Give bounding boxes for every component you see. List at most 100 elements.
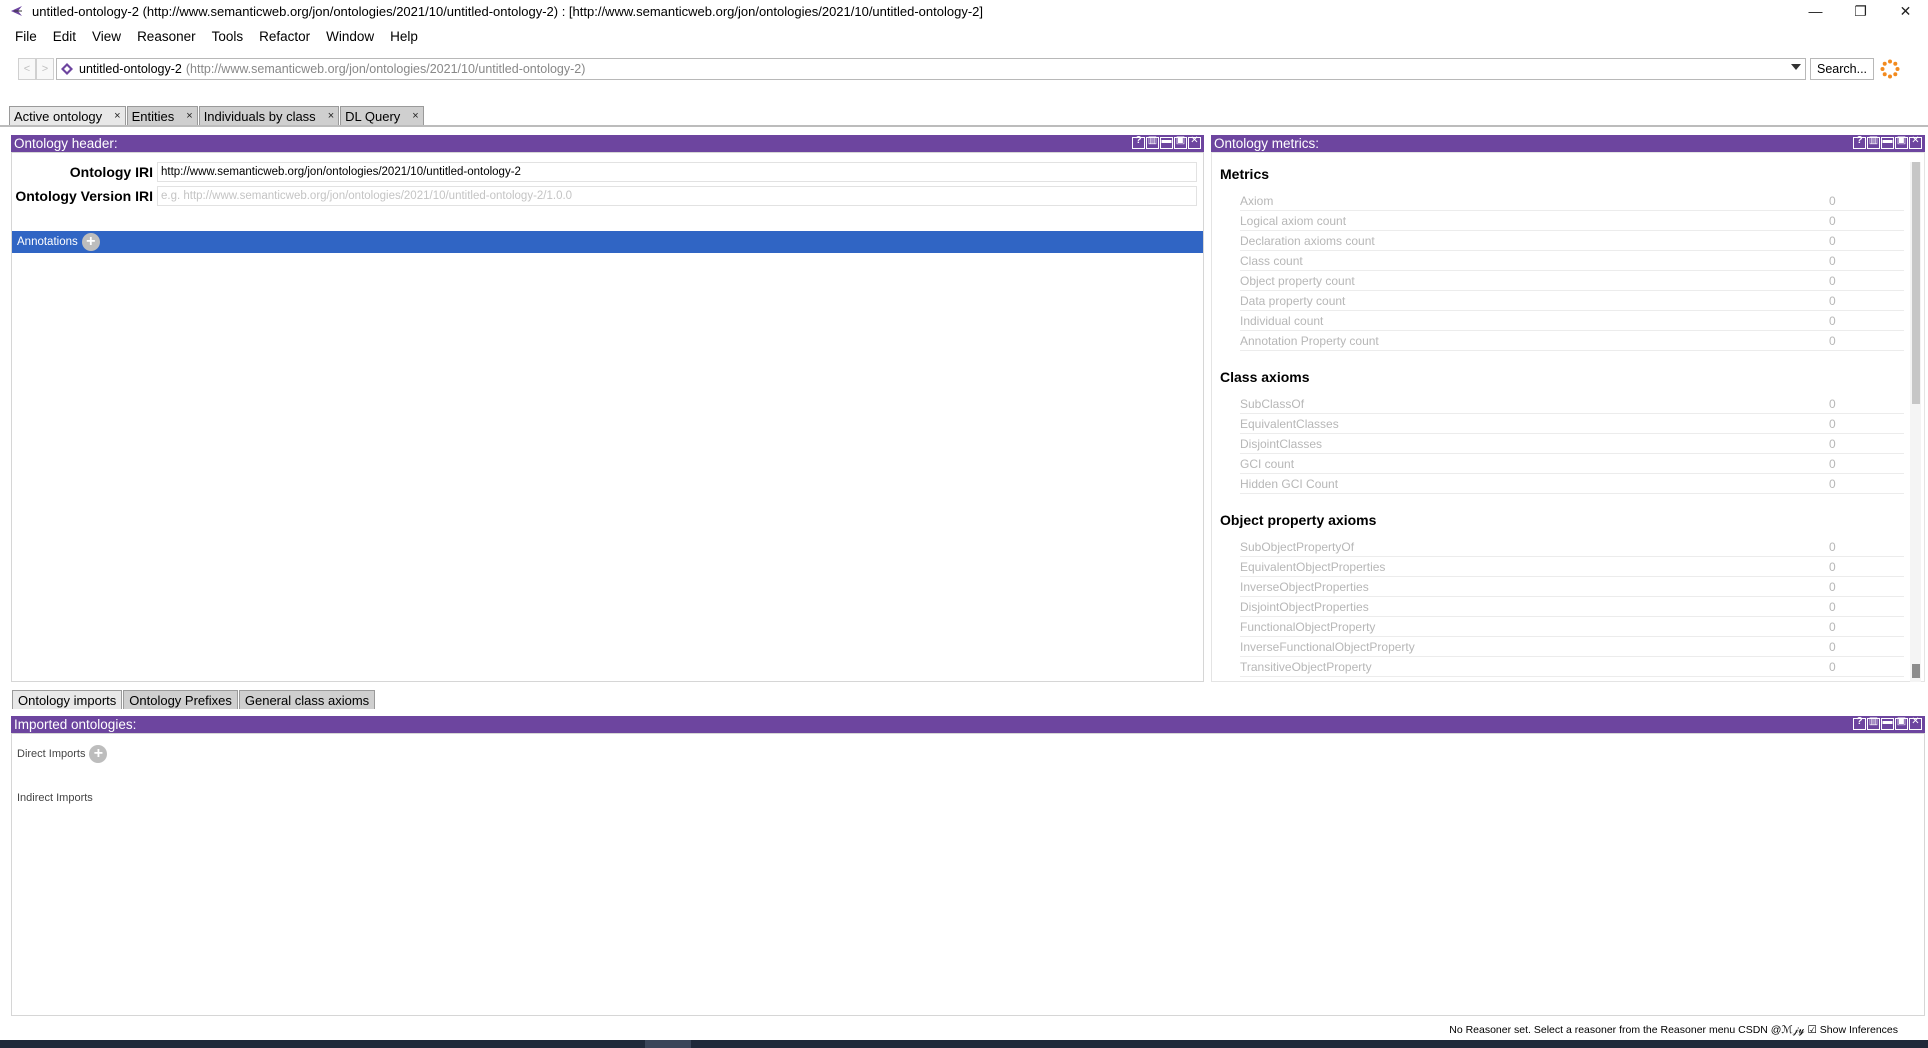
tab-label: Active ontology bbox=[14, 108, 103, 124]
close-icon[interactable]: × bbox=[412, 110, 418, 122]
restore-button[interactable]: ❐ bbox=[1838, 0, 1883, 22]
help-icon[interactable]: ? bbox=[1853, 716, 1866, 730]
tab-label: Entities bbox=[131, 108, 175, 124]
split-icon[interactable]: ▥ bbox=[1146, 135, 1159, 149]
os-taskbar bbox=[0, 1040, 1928, 1048]
maximize-icon[interactable]: ▣ bbox=[1895, 135, 1908, 149]
metric-row: Class count 0 bbox=[1240, 251, 1904, 271]
close-window-button[interactable]: ✕ bbox=[1883, 0, 1928, 22]
title-bar: untitled-ontology-2 (http://www.semantic… bbox=[0, 0, 1928, 22]
scrollbar-thumb[interactable] bbox=[1912, 162, 1920, 404]
metric-row: SubObjectPropertyOf 0 bbox=[1240, 537, 1904, 557]
metric-row: DisjointClasses 0 bbox=[1240, 434, 1904, 454]
tab-divider bbox=[0, 125, 1928, 127]
scrollbar-end-marker[interactable] bbox=[1912, 664, 1920, 678]
reasoner-status-text: No Reasoner set. Select a reasoner from … bbox=[1449, 1024, 1898, 1036]
help-icon[interactable]: ? bbox=[1853, 135, 1866, 149]
menu-window[interactable]: Window bbox=[318, 26, 382, 48]
metric-row: Object property count 0 bbox=[1240, 271, 1904, 291]
minimize-button[interactable]: — bbox=[1793, 0, 1838, 22]
metric-row: Individual count 0 bbox=[1240, 311, 1904, 331]
ontology-icon bbox=[61, 63, 73, 75]
protege-window: untitled-ontology-2 (http://www.semantic… bbox=[0, 0, 1928, 1048]
view-title: Ontology header: bbox=[14, 136, 118, 151]
metric-row: EquivalentClasses 0 bbox=[1240, 414, 1904, 434]
tab-ontology-prefixes[interactable]: Ontology Prefixes bbox=[123, 690, 238, 709]
close-icon[interactable]: × bbox=[186, 110, 192, 122]
taskbar-active-item[interactable] bbox=[645, 1040, 691, 1048]
tab-general-class-axioms[interactable]: General class axioms bbox=[238, 690, 376, 709]
annotations-label: Annotations bbox=[17, 236, 78, 248]
ontology-iri-row: Ontology IRI http://www.semanticweb.org/… bbox=[4, 162, 1197, 182]
ontology-iri-display: (http://www.semanticweb.org/jon/ontologi… bbox=[185, 62, 586, 76]
help-icon[interactable]: ? bbox=[1132, 135, 1145, 149]
maximize-icon[interactable]: ▣ bbox=[1895, 716, 1908, 730]
close-icon[interactable]: ✕ bbox=[1188, 135, 1201, 149]
tab-label: DL Query bbox=[345, 108, 401, 124]
ontology-iri-field[interactable]: http://www.semanticweb.org/jon/ontologie… bbox=[157, 162, 1197, 182]
metric-row: Logical axiom count 0 bbox=[1240, 211, 1904, 231]
add-import-button[interactable]: + bbox=[89, 745, 108, 763]
menu-file[interactable]: File bbox=[0, 26, 45, 48]
tab-active-ontology[interactable]: Active ontology × bbox=[9, 106, 126, 125]
imported-ontologies-view-title: Imported ontologies: ? ▥ ▬ ▣ ✕ bbox=[11, 716, 1925, 733]
maximize-icon[interactable]: ▣ bbox=[1174, 135, 1187, 149]
back-button[interactable]: < bbox=[18, 58, 36, 80]
metric-row: Declaration axioms count 0 bbox=[1240, 231, 1904, 251]
annotations-header: Annotations + bbox=[12, 231, 1203, 253]
workspace-tabs: Active ontology × Entities × Individuals… bbox=[9, 106, 425, 125]
ontology-metrics-view-title: Ontology metrics: ? ▥ ▬ ▣ ✕ bbox=[1211, 135, 1925, 152]
metric-row: Annotation Property count 0 bbox=[1240, 331, 1904, 351]
ontology-header-view-title: Ontology header: ? ▥ ▬ ▣ ✕ bbox=[11, 135, 1204, 152]
tab-ontology-imports[interactable]: Ontology imports bbox=[12, 690, 123, 709]
tab-dl-query[interactable]: DL Query × bbox=[340, 106, 424, 125]
ontology-sub-tabs: Ontology imports Ontology Prefixes Gener… bbox=[12, 690, 376, 709]
indirect-imports-row: Indirect Imports bbox=[17, 792, 93, 804]
ontology-selector[interactable]: untitled-ontology-2 (http://www.semantic… bbox=[56, 58, 1806, 80]
minimize-icon[interactable]: ▬ bbox=[1160, 135, 1173, 149]
tab-entities[interactable]: Entities × bbox=[126, 106, 198, 125]
section-heading: Object property axioms bbox=[1220, 512, 1377, 528]
menu-reasoner[interactable]: Reasoner bbox=[129, 26, 204, 48]
ontology-version-iri-field[interactable]: e.g. http://www.semanticweb.org/jon/onto… bbox=[157, 186, 1197, 206]
view-title: Ontology metrics: bbox=[1214, 136, 1320, 151]
search-button[interactable]: Search... bbox=[1810, 58, 1874, 80]
metric-row: TransitiveObjectProperty 0 bbox=[1240, 657, 1904, 677]
minimize-icon[interactable]: ▬ bbox=[1881, 716, 1894, 730]
protege-app-icon bbox=[10, 4, 24, 18]
add-annotation-button[interactable]: + bbox=[81, 233, 100, 251]
menu-refactor[interactable]: Refactor bbox=[251, 26, 318, 48]
menu-bar: File Edit View Reasoner Tools Refactor W… bbox=[0, 26, 426, 48]
close-icon[interactable]: × bbox=[328, 110, 334, 122]
ontology-iri-label: Ontology IRI bbox=[69, 164, 153, 180]
reasoner-spinner-icon bbox=[1880, 59, 1900, 79]
close-icon[interactable]: × bbox=[114, 110, 120, 122]
metrics-scrollbar[interactable] bbox=[1910, 162, 1921, 682]
metric-row: Axiom 0 bbox=[1240, 191, 1904, 211]
split-icon[interactable]: ▥ bbox=[1867, 135, 1880, 149]
menu-view[interactable]: View bbox=[84, 26, 129, 48]
menu-edit[interactable]: Edit bbox=[45, 26, 84, 48]
metric-row: EquivalentObjectProperties 0 bbox=[1240, 557, 1904, 577]
menu-tools[interactable]: Tools bbox=[204, 26, 252, 48]
forward-button[interactable]: > bbox=[36, 58, 54, 80]
status-bar: No Reasoner set. Select a reasoner from … bbox=[0, 1018, 1928, 1040]
ontology-address-bar: < > untitled-ontology-2 (http://www.sema… bbox=[18, 58, 1900, 80]
indirect-imports-label: Indirect Imports bbox=[17, 792, 93, 804]
direct-imports-label: Direct Imports bbox=[17, 748, 86, 760]
ontology-name: untitled-ontology-2 bbox=[79, 62, 182, 76]
menu-help[interactable]: Help bbox=[382, 26, 426, 48]
close-icon[interactable]: ✕ bbox=[1909, 135, 1922, 149]
metric-row: Hidden GCI Count 0 bbox=[1240, 474, 1904, 494]
minimize-icon[interactable]: ▬ bbox=[1881, 135, 1894, 149]
tab-individuals-by-class[interactable]: Individuals by class × bbox=[198, 106, 340, 125]
ontology-version-iri-row: Ontology Version IRI e.g. http://www.sem… bbox=[4, 186, 1197, 206]
tab-label: Individuals by class bbox=[203, 108, 316, 124]
chevron-down-icon[interactable] bbox=[1791, 64, 1801, 70]
metric-row: InverseObjectProperties 0 bbox=[1240, 577, 1904, 597]
section-heading: Metrics bbox=[1220, 166, 1270, 182]
metric-row: SubClassOf 0 bbox=[1240, 394, 1904, 414]
metric-row: DisjointObjectProperties 0 bbox=[1240, 597, 1904, 617]
split-icon[interactable]: ▥ bbox=[1867, 716, 1880, 730]
close-icon[interactable]: ✕ bbox=[1909, 716, 1922, 730]
